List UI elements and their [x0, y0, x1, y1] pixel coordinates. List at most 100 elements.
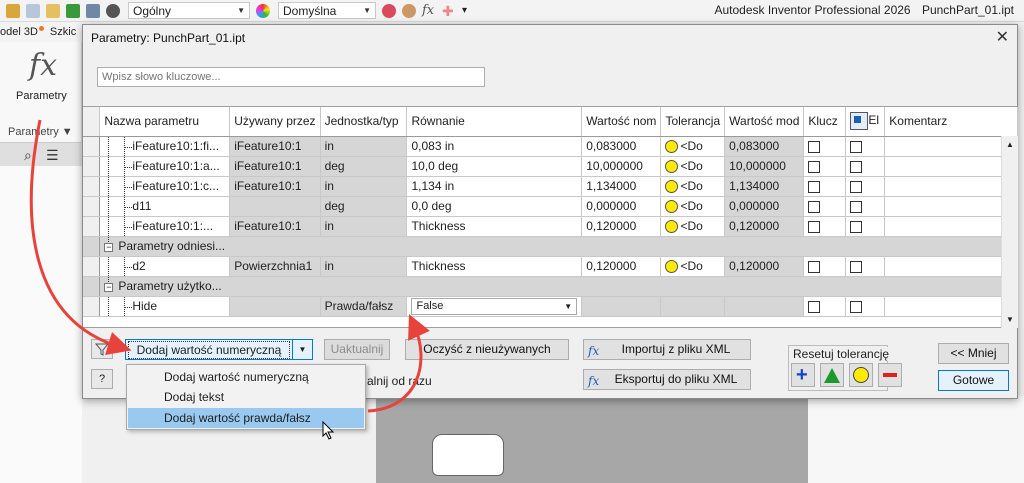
tolerance-lower-button[interactable]	[878, 363, 902, 387]
table-row[interactable]: iFeature10:1:... iFeature10:1 in Thickne…	[83, 216, 1018, 237]
comment-cell[interactable]	[884, 176, 1018, 197]
checkbox[interactable]	[808, 200, 821, 213]
less-button[interactable]: << Mniej	[938, 343, 1009, 364]
scroll-down-icon[interactable]: ▼	[1006, 315, 1014, 324]
col-name[interactable]: Nazwa parametru	[99, 107, 231, 137]
export-cell[interactable]	[845, 156, 886, 177]
param-name-cell[interactable]: iFeature10:1:...	[99, 216, 231, 237]
col-export[interactable]: El	[845, 107, 886, 137]
export-cell[interactable]	[845, 296, 886, 317]
param-name-cell[interactable]: d2	[99, 256, 231, 277]
panel-name[interactable]: Parametry ▼	[8, 126, 73, 138]
table-row[interactable]: iFeature10:1:fi... iFeature10:1 in 0,083…	[83, 136, 1018, 157]
tab-sketch[interactable]: Szkic	[50, 26, 76, 38]
tab-model-3d[interactable]: odel 3D	[0, 26, 44, 38]
table-row[interactable]: iFeature10:1:c... iFeature10:1 in 1,134 …	[83, 176, 1018, 197]
selection-filter-icon[interactable]	[106, 3, 120, 18]
comment-cell[interactable]	[884, 216, 1018, 237]
tolerance-upper-button[interactable]: +	[791, 363, 815, 387]
table-row[interactable]: Hide Prawda/fałsz False ▼	[83, 296, 1018, 317]
col-used-by[interactable]: Używany przez	[229, 107, 321, 137]
checkbox[interactable]	[850, 140, 863, 153]
key-cell[interactable]	[803, 176, 847, 197]
param-name-cell[interactable]: d11	[99, 196, 231, 217]
vertical-scrollbar[interactable]: ▲ ▼	[1001, 136, 1018, 328]
checkbox[interactable]	[808, 140, 821, 153]
row-header[interactable]	[83, 296, 101, 317]
col-comment[interactable]: Komentarz	[884, 107, 1018, 137]
col-tolerance[interactable]: Tolerancja	[660, 107, 726, 137]
key-cell[interactable]	[803, 136, 847, 157]
update-button[interactable]: Uaktualnij	[324, 339, 390, 360]
checkbox[interactable]	[850, 300, 863, 313]
equation-cell[interactable]: 1,134 in	[406, 176, 583, 197]
row-header[interactable]	[83, 236, 101, 257]
row-header[interactable]	[83, 256, 101, 277]
nominal-cell[interactable]: 10,000000	[581, 156, 662, 177]
folder-icon[interactable]	[6, 3, 20, 18]
row-header[interactable]	[83, 176, 101, 197]
tolerance-cell[interactable]: <Do	[660, 156, 726, 177]
appearance-icon[interactable]	[46, 3, 60, 18]
appearance-combo[interactable]: Domyślna ▼	[278, 2, 376, 19]
plus-icon[interactable]: ✚	[442, 4, 456, 18]
tolerance-nominal-button[interactable]	[820, 363, 844, 387]
export-cell[interactable]	[845, 256, 886, 277]
graphics-canvas[interactable]	[376, 396, 808, 483]
save-icon[interactable]	[66, 3, 80, 18]
col-key[interactable]: Klucz	[803, 107, 847, 137]
tolerance-median-button[interactable]	[849, 363, 873, 387]
equation-cell[interactable]: 0,083 in	[406, 136, 583, 157]
param-name-cell[interactable]: Hide	[99, 296, 231, 317]
nominal-cell[interactable]: 0,083000	[581, 136, 662, 157]
checkbox[interactable]	[808, 220, 821, 233]
group-cell[interactable]: − Parametry użytko...	[99, 276, 1018, 297]
color-wheel-icon[interactable]	[256, 3, 270, 18]
key-cell[interactable]	[803, 196, 847, 217]
key-cell[interactable]	[803, 256, 847, 277]
equation-cell[interactable]: 10,0 deg	[406, 156, 583, 177]
comment-cell[interactable]	[884, 136, 1018, 157]
filter-button[interactable]	[91, 339, 113, 359]
equation-cell[interactable]: False ▼	[406, 296, 583, 317]
nominal-cell[interactable]: 0,120000	[581, 216, 662, 237]
collapse-icon[interactable]: −	[104, 282, 114, 292]
tolerance-cell[interactable]: <Do	[660, 176, 726, 197]
table-row[interactable]: d2 Powierzchnia1 in Thickness 0,120000 <…	[83, 256, 1018, 277]
menu-item-numeric[interactable]: Dodaj wartość numeryczną	[128, 367, 364, 387]
group-cell[interactable]: − Parametry odniesi...	[99, 236, 1018, 257]
param-name-cell[interactable]: iFeature10:1:a...	[99, 156, 231, 177]
checkbox[interactable]	[850, 200, 863, 213]
col-equation[interactable]: Równanie	[406, 107, 583, 137]
col-unit[interactable]: Jednostka/typ	[320, 107, 408, 137]
search-icon[interactable]: ⌕	[24, 147, 32, 164]
checkbox[interactable]	[808, 180, 821, 193]
tolerance-cell[interactable]: <Do	[660, 216, 726, 237]
checkbox[interactable]	[808, 260, 821, 273]
done-button[interactable]: Gotowe	[938, 370, 1009, 391]
param-name-cell[interactable]: iFeature10:1:fi...	[99, 136, 231, 157]
comment-cell[interactable]	[884, 296, 1018, 317]
nominal-cell[interactable]: 0,000000	[581, 196, 662, 217]
export-cell[interactable]	[845, 176, 886, 197]
col-nominal[interactable]: Wartość nom	[581, 107, 662, 137]
table-row[interactable]: d11 deg 0,0 deg 0,000000 <Do 0,000000	[83, 196, 1018, 217]
import-xml-button[interactable]: fx Importuj z pliku XML	[583, 339, 751, 360]
tolerance-cell[interactable]: <Do	[660, 136, 726, 157]
row-header[interactable]	[83, 196, 101, 217]
equation-cell[interactable]: Thickness	[406, 216, 583, 237]
row-header[interactable]	[83, 156, 101, 177]
adjust-icon[interactable]	[382, 3, 396, 18]
chevron-down-icon[interactable]: ▼	[292, 340, 312, 359]
col-model-value[interactable]: Wartość mod	[724, 107, 805, 137]
table-row[interactable]: iFeature10:1:a... iFeature10:1 deg 10,0 …	[83, 156, 1018, 177]
collapse-icon[interactable]: −	[104, 242, 114, 252]
key-cell[interactable]	[803, 216, 847, 237]
checkbox[interactable]	[808, 160, 821, 173]
row-header[interactable]	[83, 136, 101, 157]
comment-cell[interactable]	[884, 156, 1018, 177]
comment-cell[interactable]	[884, 256, 1018, 277]
scroll-up-icon[interactable]: ▲	[1006, 140, 1014, 149]
clear-appearance-icon[interactable]	[402, 3, 416, 18]
key-cell[interactable]	[803, 296, 847, 317]
